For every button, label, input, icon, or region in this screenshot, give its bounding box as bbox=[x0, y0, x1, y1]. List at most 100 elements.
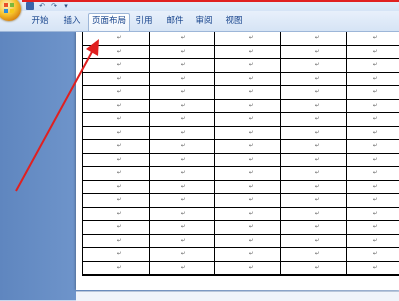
undo-icon[interactable]: ↶ bbox=[38, 2, 46, 10]
table-cell[interactable]: ↵ bbox=[347, 46, 399, 59]
table-cell[interactable]: ↵ bbox=[150, 99, 215, 113]
table-cell[interactable]: ↵ bbox=[347, 59, 399, 73]
table-cell[interactable]: ↵ bbox=[347, 221, 399, 235]
table-cell[interactable]: ↵ bbox=[347, 181, 399, 194]
table-cell[interactable]: ↵ bbox=[215, 180, 281, 194]
tab-home[interactable]: 开始 bbox=[24, 14, 56, 29]
table-cell[interactable]: ↵ bbox=[215, 261, 281, 275]
table-cell[interactable]: ↵ bbox=[83, 99, 150, 113]
table-cell[interactable]: ↵ bbox=[150, 72, 215, 86]
table-cell[interactable]: ↵ bbox=[83, 248, 150, 262]
table-cell[interactable]: ↵ bbox=[150, 153, 215, 167]
table-cell[interactable]: ↵ bbox=[281, 113, 347, 127]
table-cell[interactable]: ↵ bbox=[150, 221, 215, 235]
table-cell[interactable]: ↵ bbox=[347, 140, 399, 154]
table-cell[interactable]: ↵ bbox=[83, 234, 150, 248]
table-cell[interactable]: ↵ bbox=[83, 221, 150, 235]
table-cell[interactable]: ↵ bbox=[281, 180, 347, 194]
table-cell[interactable]: ↵ bbox=[83, 86, 150, 100]
table-cell[interactable]: ↵ bbox=[281, 126, 347, 140]
table-cell[interactable]: ↵ bbox=[83, 126, 150, 140]
table-cell[interactable]: ↵ bbox=[215, 153, 281, 167]
table-cell[interactable]: ↵ bbox=[215, 221, 281, 235]
table-cell[interactable]: ↵ bbox=[83, 45, 150, 59]
table-cell[interactable]: ↵ bbox=[83, 261, 150, 275]
table-cell[interactable]: ↵ bbox=[281, 72, 347, 86]
table-cell[interactable]: ↵ bbox=[83, 113, 150, 127]
table-cell[interactable]: ↵ bbox=[347, 262, 399, 275]
save-icon[interactable] bbox=[26, 1, 34, 10]
table-cell[interactable]: ↵ bbox=[215, 167, 281, 181]
table-cell[interactable]: ↵ bbox=[215, 207, 281, 221]
table-cell[interactable]: ↵ bbox=[281, 140, 347, 154]
table-cell[interactable]: ↵ bbox=[83, 59, 150, 73]
table-cell[interactable]: ↵ bbox=[281, 234, 347, 248]
table-cell[interactable]: ↵ bbox=[215, 194, 281, 208]
table-cell[interactable]: ↵ bbox=[347, 235, 399, 248]
table-cell[interactable]: ↵ bbox=[281, 99, 347, 113]
table-cell[interactable]: ↵ bbox=[347, 248, 399, 262]
table-cell[interactable]: ↵ bbox=[150, 59, 215, 73]
table-cell[interactable]: ↵ bbox=[215, 99, 281, 113]
table-cell[interactable]: ↵ bbox=[83, 32, 150, 46]
table-cell[interactable]: ↵ bbox=[347, 154, 399, 167]
table-cell[interactable]: ↵ bbox=[347, 167, 399, 181]
table-cell[interactable]: ↵ bbox=[347, 208, 399, 221]
table-cell[interactable]: ↵ bbox=[347, 32, 399, 46]
table-cell[interactable]: ↵ bbox=[215, 86, 281, 100]
tab-insert[interactable]: 插入 bbox=[57, 14, 87, 29]
table-cell[interactable]: ↵ bbox=[215, 32, 281, 46]
table-cell[interactable]: ↵ bbox=[150, 140, 215, 154]
table-cell[interactable]: ↵ bbox=[347, 100, 399, 113]
table-cell[interactable]: ↵ bbox=[83, 180, 150, 194]
table-cell[interactable]: ↵ bbox=[215, 72, 281, 86]
table-cell[interactable]: ↵ bbox=[150, 234, 215, 248]
table-cell[interactable]: ↵ bbox=[215, 126, 281, 140]
table-cell[interactable]: ↵ bbox=[150, 45, 215, 59]
table-cell[interactable]: ↵ bbox=[215, 59, 281, 73]
table-cell[interactable]: ↵ bbox=[150, 167, 215, 181]
customize-icon[interactable]: ▾ bbox=[62, 2, 70, 10]
table-cell[interactable]: ↵ bbox=[150, 180, 215, 194]
table-cell[interactable]: ↵ bbox=[83, 153, 150, 167]
tab-mailings[interactable]: 邮件 bbox=[160, 14, 190, 29]
table-cell[interactable]: ↵ bbox=[281, 59, 347, 73]
table-cell[interactable]: ↵ bbox=[281, 32, 347, 46]
table-cell[interactable]: ↵ bbox=[83, 140, 150, 154]
table-cell[interactable]: ↵ bbox=[83, 72, 150, 86]
table-cell[interactable]: ↵ bbox=[150, 86, 215, 100]
table-cell[interactable]: ↵ bbox=[347, 194, 399, 208]
tab-review[interactable]: 审阅 bbox=[189, 14, 219, 29]
table-cell[interactable]: ↵ bbox=[347, 113, 399, 127]
tab-references[interactable]: 引用 bbox=[129, 14, 159, 29]
table-cell[interactable]: ↵ bbox=[347, 127, 399, 140]
table-cell[interactable]: ↵ bbox=[281, 194, 347, 208]
tab-view[interactable]: 视图 bbox=[219, 14, 249, 29]
table-cell[interactable]: ↵ bbox=[347, 86, 399, 100]
table-cell[interactable]: ↵ bbox=[281, 45, 347, 59]
table-cell[interactable]: ↵ bbox=[83, 167, 150, 181]
table-cell[interactable]: ↵ bbox=[215, 248, 281, 262]
table-cell[interactable]: ↵ bbox=[215, 113, 281, 127]
table-cell[interactable]: ↵ bbox=[150, 207, 215, 221]
table-cell[interactable]: ↵ bbox=[150, 248, 215, 262]
table-cell[interactable]: ↵ bbox=[215, 234, 281, 248]
table-cell[interactable]: ↵ bbox=[215, 140, 281, 154]
table-cell[interactable]: ↵ bbox=[83, 194, 150, 208]
word-table[interactable]: ↵ ↵ ↵ ↵ ↵ ↵ ↵ ↵ ↵ ↵ ↵ ↵ ↵ ↵ ↵ ↵ ↵ ↵ ↵ ↵ ↵ ↵ ↵ ↵ ↵ ↵ ↵ ↵ ↵ ↵ ↵ ↵ ↵ ↵ ↵ ↵ ↵ ↵ ↵ ↵… bbox=[82, 32, 399, 276]
table-cell[interactable]: ↵ bbox=[215, 45, 281, 59]
table-cell[interactable]: ↵ bbox=[150, 261, 215, 275]
redo-icon[interactable]: ↷ bbox=[50, 2, 58, 10]
table-cell[interactable]: ↵ bbox=[281, 167, 347, 181]
table-cell[interactable]: ↵ bbox=[150, 32, 215, 46]
table-cell[interactable]: ↵ bbox=[150, 113, 215, 127]
table-cell[interactable]: ↵ bbox=[83, 207, 150, 221]
table-cell[interactable]: ↵ bbox=[281, 261, 347, 275]
tab-page-layout[interactable]: 页面布局 bbox=[88, 13, 130, 31]
table-cell[interactable]: ↵ bbox=[150, 194, 215, 208]
table-cell[interactable]: ↵ bbox=[281, 248, 347, 262]
table-cell[interactable]: ↵ bbox=[281, 153, 347, 167]
table-cell[interactable]: ↵ bbox=[281, 207, 347, 221]
table-cell[interactable]: ↵ bbox=[347, 73, 399, 86]
table-cell[interactable]: ↵ bbox=[281, 221, 347, 235]
